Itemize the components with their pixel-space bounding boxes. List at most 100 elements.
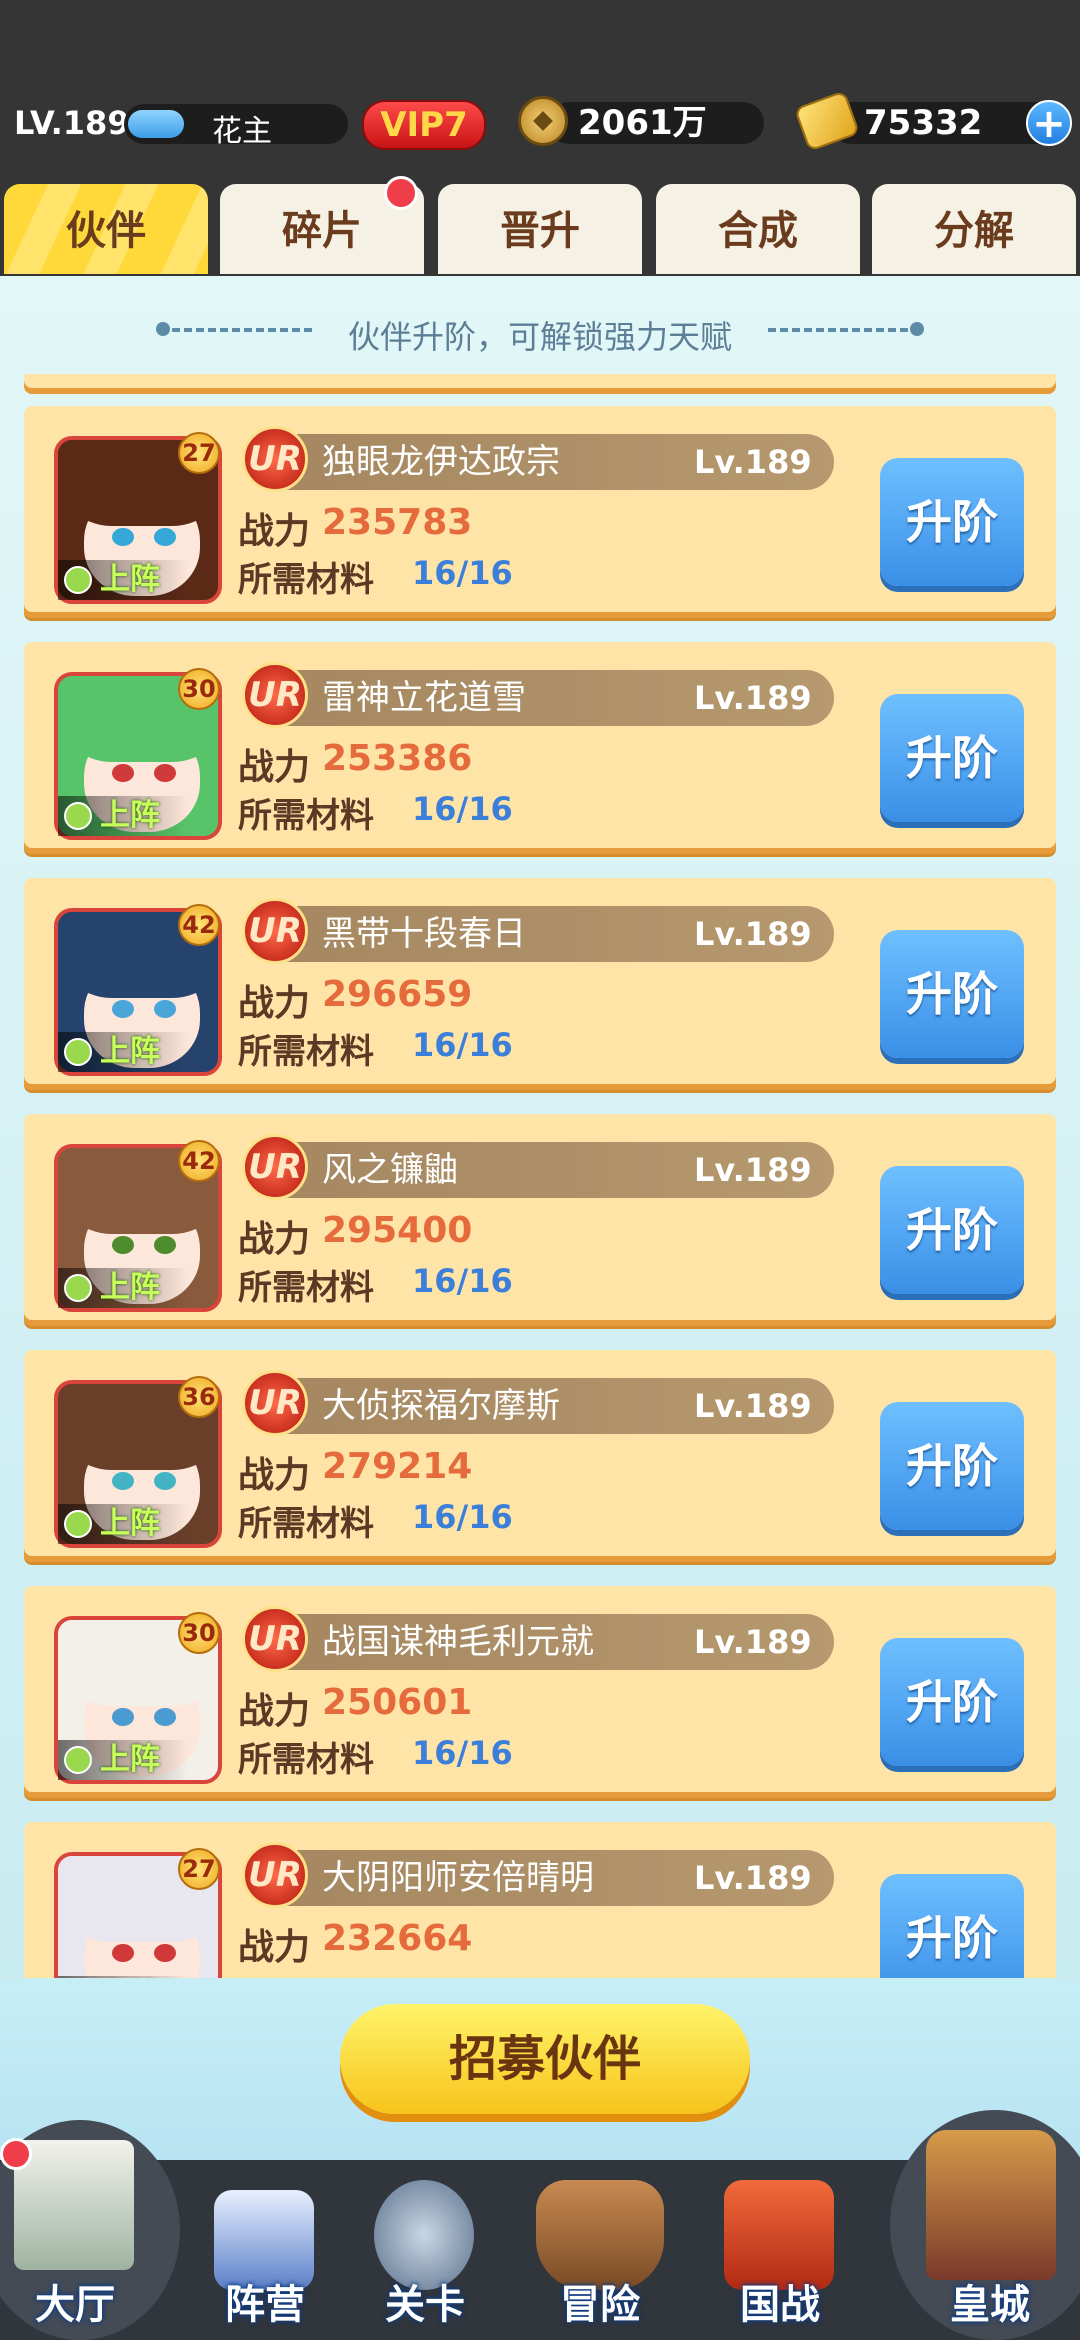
upgrade-button[interactable]: 升阶 xyxy=(880,1402,1024,1530)
deployed-tag: 上阵 xyxy=(58,796,188,836)
partial-card xyxy=(24,374,1056,394)
ur-rarity-icon: UR xyxy=(242,426,308,492)
power-value: 250601 xyxy=(322,1682,473,1723)
star-level-badge: 27 xyxy=(178,432,220,474)
deploy-flag-icon xyxy=(64,566,92,594)
hero-eye xyxy=(154,1000,176,1018)
upgrade-button[interactable]: 升阶 xyxy=(880,694,1024,822)
hero-level: Lv.189 xyxy=(694,1623,812,1661)
hero-eye xyxy=(112,1236,134,1254)
add-currency-button[interactable]: + xyxy=(1026,100,1072,146)
deployed-tag: 上阵 xyxy=(58,1976,188,1978)
power-label: 战力 xyxy=(238,511,311,552)
materials-value: 16/16 xyxy=(412,1262,513,1300)
nav-adventure[interactable]: 冒险 xyxy=(520,2160,680,2340)
upgrade-button[interactable]: 升阶 xyxy=(880,1166,1024,1294)
exp-bar xyxy=(128,110,184,138)
vip-badge[interactable]: VIP7 xyxy=(362,100,486,150)
power-value: 235783 xyxy=(322,502,473,543)
deployed-label: 上阵 xyxy=(100,1742,160,1777)
deploy-flag-icon xyxy=(64,802,92,830)
upgrade-button[interactable]: 升阶 xyxy=(880,458,1024,586)
star-level-badge: 42 xyxy=(178,1140,220,1182)
deploy-flag-icon xyxy=(64,1274,92,1302)
hero-card[interactable]: 30 上阵 UR 战国谋神毛利元就 Lv.189 战力 250601 所需材料 … xyxy=(24,1586,1056,1798)
hero-eye xyxy=(154,1708,176,1726)
hero-level: Lv.189 xyxy=(694,1859,812,1897)
tab-synthesize[interactable]: 合成 xyxy=(656,184,860,274)
materials-label: 所需材料 xyxy=(238,796,374,836)
star-level-badge: 42 xyxy=(178,904,220,946)
nav-national-war-label: 国战 xyxy=(740,2282,820,2328)
materials-value: 16/16 xyxy=(412,1026,513,1064)
player-name-pill[interactable]: 花主 xyxy=(124,104,348,149)
upgrade-button[interactable]: 升阶 xyxy=(880,1874,1024,1978)
materials-label: 所需材料 xyxy=(238,560,374,600)
hero-name: 大阴阳师安倍晴明 xyxy=(322,1858,594,1898)
ingot-amount: 75332 xyxy=(864,103,983,143)
power-label: 战力 xyxy=(238,983,311,1024)
power-value: 232664 xyxy=(322,1918,473,1959)
hero-card[interactable]: 42 上阵 UR 风之镰鼬 Lv.189 战力 295400 所需材料 16/1… xyxy=(24,1114,1056,1326)
tab-partners[interactable]: 伙伴 xyxy=(4,184,208,274)
star-level-badge: 27 xyxy=(178,1848,220,1890)
ur-rarity-icon: UR xyxy=(242,662,308,728)
hero-eye xyxy=(154,528,176,546)
ur-rarity-icon: UR xyxy=(242,1370,308,1436)
hero-eye xyxy=(112,1000,134,1018)
hero-level: Lv.189 xyxy=(694,443,812,481)
power-value: 279214 xyxy=(322,1446,473,1487)
upgrade-button[interactable]: 升阶 xyxy=(880,930,1024,1058)
hero-card[interactable]: 27 上阵 UR 大阴阳师安倍晴明 Lv.189 战力 232664 升阶 xyxy=(24,1822,1056,1978)
hero-card[interactable]: 30 上阵 UR 雷神立花道雪 Lv.189 战力 253386 所需材料 16… xyxy=(24,642,1056,854)
deployed-tag: 上阵 xyxy=(58,560,188,600)
tab-decompose[interactable]: 分解 xyxy=(872,184,1076,274)
nav-national-war[interactable]: 国战 xyxy=(700,2160,860,2340)
deployed-label: 上阵 xyxy=(100,1976,160,1978)
deploy-flag-icon xyxy=(64,1038,92,1066)
nav-imperial-city[interactable]: 皇城 xyxy=(900,2130,1080,2340)
nav-stage-label: 关卡 xyxy=(385,2282,465,2328)
materials-value: 16/16 xyxy=(412,790,513,828)
hero-card[interactable]: 36 上阵 UR 大侦探福尔摩斯 Lv.189 战力 279214 所需材料 1… xyxy=(24,1350,1056,1562)
ur-rarity-icon: UR xyxy=(242,898,308,964)
partner-content: 伙伴升阶，可解锁强力天赋 27 上阵 UR 独眼龙伊达政宗 Lv.189 战力 … xyxy=(0,276,1080,1980)
notification-dot xyxy=(384,176,418,210)
materials-value: 16/16 xyxy=(412,1498,513,1536)
power-value: 296659 xyxy=(322,974,473,1015)
nav-camp[interactable]: 阵营 xyxy=(190,2160,340,2340)
hero-eye xyxy=(112,1708,134,1726)
tab-promote[interactable]: 晋升 xyxy=(438,184,642,274)
hero-name: 雷神立花道雪 xyxy=(322,678,526,718)
coin-pill: 2061万 xyxy=(548,102,764,144)
hero-eye xyxy=(112,528,134,546)
deployed-tag: 上阵 xyxy=(58,1740,188,1780)
nav-camp-label: 阵营 xyxy=(225,2282,305,2328)
star-level-badge: 30 xyxy=(178,668,220,710)
recruit-button[interactable]: 招募伙伴 xyxy=(340,2004,750,2114)
deployed-label: 上阵 xyxy=(100,1034,160,1069)
materials-label: 所需材料 xyxy=(238,1740,374,1780)
deployed-label: 上阵 xyxy=(100,1506,160,1541)
deployed-tag: 上阵 xyxy=(58,1504,188,1544)
hero-eye xyxy=(112,1472,134,1490)
hero-list[interactable]: 27 上阵 UR 独眼龙伊达政宗 Lv.189 战力 235783 所需材料 1… xyxy=(0,374,1080,1978)
tab-bar: 伙伴 碎片 晋升 合成 分解 xyxy=(0,180,1080,276)
deploy-flag-icon xyxy=(64,1510,92,1538)
hero-card[interactable]: 27 上阵 UR 独眼龙伊达政宗 Lv.189 战力 235783 所需材料 1… xyxy=(24,406,1056,618)
nav-hall[interactable]: 大厅 xyxy=(0,2140,150,2340)
ur-rarity-icon: UR xyxy=(242,1134,308,1200)
hero-card[interactable]: 42 上阵 UR 黑带十段春日 Lv.189 战力 296659 所需材料 16… xyxy=(24,878,1056,1090)
deployed-tag: 上阵 xyxy=(58,1268,188,1308)
castle-hall-icon xyxy=(14,2140,134,2270)
upgrade-button[interactable]: 升阶 xyxy=(880,1638,1024,1766)
hero-eye xyxy=(154,764,176,782)
star-level-badge: 30 xyxy=(178,1612,220,1654)
player-level: LV.189 xyxy=(14,104,130,142)
nav-stage[interactable]: 关卡 xyxy=(350,2160,500,2340)
hall-notification-dot xyxy=(0,2138,32,2170)
power-value: 295400 xyxy=(322,1210,473,1251)
hero-level: Lv.189 xyxy=(694,1151,812,1189)
hint-row: 伙伴升阶，可解锁强力天赋 xyxy=(0,304,1080,356)
power-label: 战力 xyxy=(238,1691,311,1732)
